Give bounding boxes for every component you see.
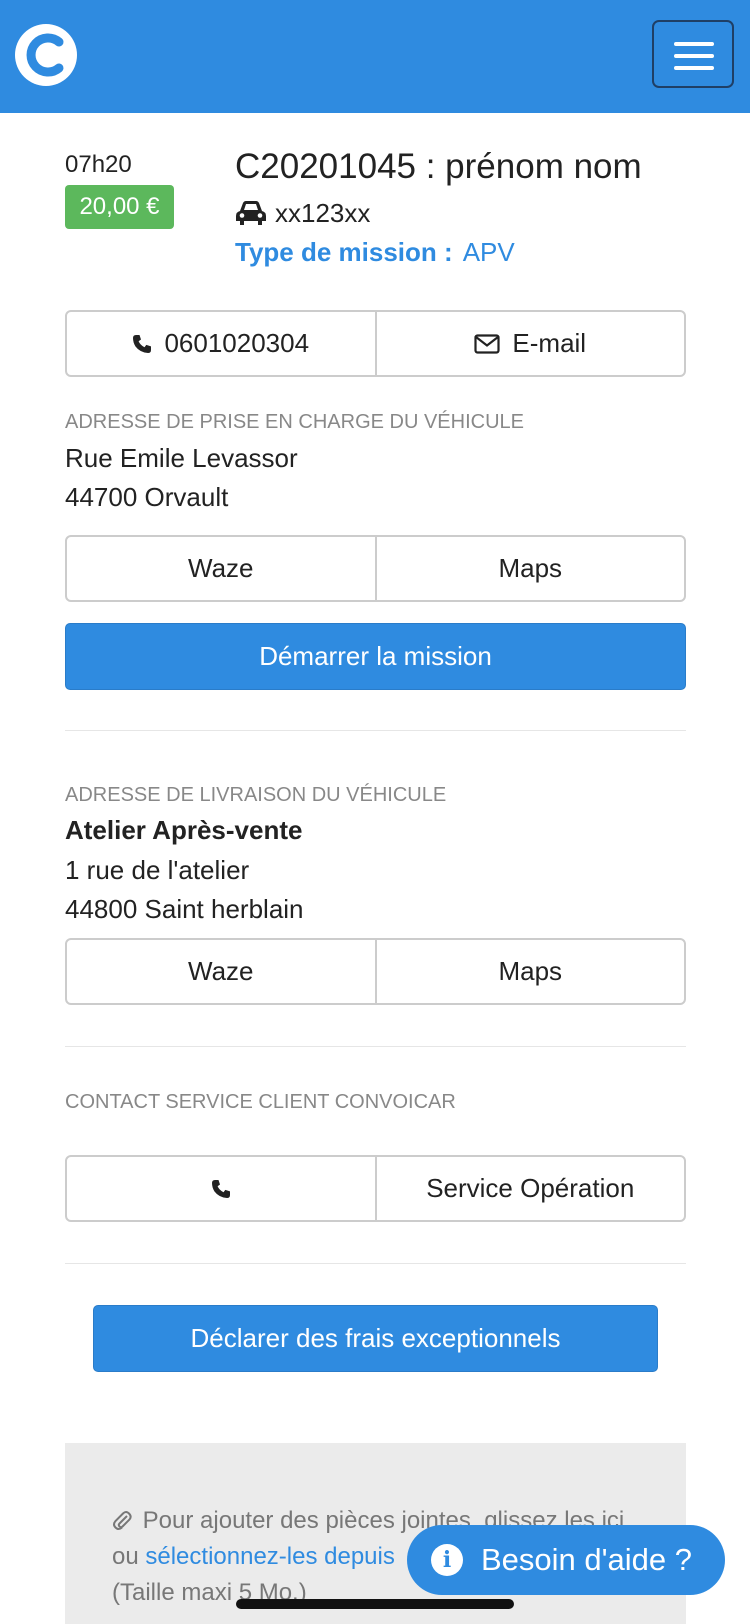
divider [65,730,686,731]
call-customer-button[interactable]: 0601020304 [67,312,375,375]
delivery-section-label: ADRESSE DE LIVRAISON DU VÉHICULE [65,784,447,806]
top-navbar [0,0,750,113]
call-service-button[interactable] [67,1157,375,1220]
pickup-section-label: ADRESSE DE PRISE EN CHARGE DU VÉHICULE [65,411,524,433]
price-badge: 20,00 € [65,185,174,229]
help-label: Besoin d'aide ? [481,1542,693,1577]
vehicle-plate-row: xx123xx [235,197,370,229]
service-operation-button[interactable]: Service Opération [374,1157,685,1220]
delivery-maps-button[interactable]: Maps [374,940,685,1003]
start-mission-button[interactable]: Démarrer la mission [65,623,686,690]
service-contact-group: Service Opération [65,1155,686,1222]
hamburger-menu-button[interactable] [652,20,734,88]
help-button[interactable]: i Besoin d'aide ? [407,1525,725,1595]
mission-type: Type de mission : APV [235,237,515,268]
contact-button-group: 0601020304 E-mail [65,310,686,377]
delivery-name: Atelier Après-vente [65,815,303,845]
pickup-address-line2: 44700 Orvault [65,482,229,512]
pickup-waze-button[interactable]: Waze [67,537,375,600]
mission-time: 07h20 [65,151,132,178]
paperclip-icon [112,1507,139,1534]
phone-icon [133,334,152,353]
email-customer-button[interactable]: E-mail [374,312,685,375]
delivery-address-line2: 44800 Saint herblain [65,894,304,924]
car-icon [236,201,266,225]
service-section-label: CONTACT SERVICE CLIENT CONVOICAR [65,1091,456,1113]
pickup-navigation-group: Waze Maps [65,535,686,602]
home-indicator [236,1599,514,1609]
delivery-waze-button[interactable]: Waze [67,940,375,1003]
pickup-address-line1: Rue Emile Levassor [65,443,298,473]
customer-phone: 0601020304 [164,328,310,358]
mission-title: C20201045 : prénom nom [235,147,642,186]
convoicar-logo-icon[interactable] [15,24,77,86]
divider [65,1263,686,1264]
declare-fees-button[interactable]: Déclarer des frais exceptionnels [93,1305,658,1372]
email-label: E-mail [512,328,587,358]
divider [65,1046,686,1047]
vehicle-plate: xx123xx [275,197,371,228]
delivery-address-line1: 1 rue de l'atelier [65,855,250,885]
select-files-link[interactable]: sélectionnez-les depuis [145,1543,394,1570]
pickup-maps-button[interactable]: Maps [374,537,685,600]
mission-type-value: APV [462,237,515,267]
delivery-navigation-group: Waze Maps [65,938,686,1005]
info-icon: i [431,1544,463,1576]
hamburger-menu-icon [674,42,714,46]
phone-icon [211,1179,230,1198]
mission-type-label: Type de mission : [235,237,453,267]
envelope-icon [474,333,501,354]
